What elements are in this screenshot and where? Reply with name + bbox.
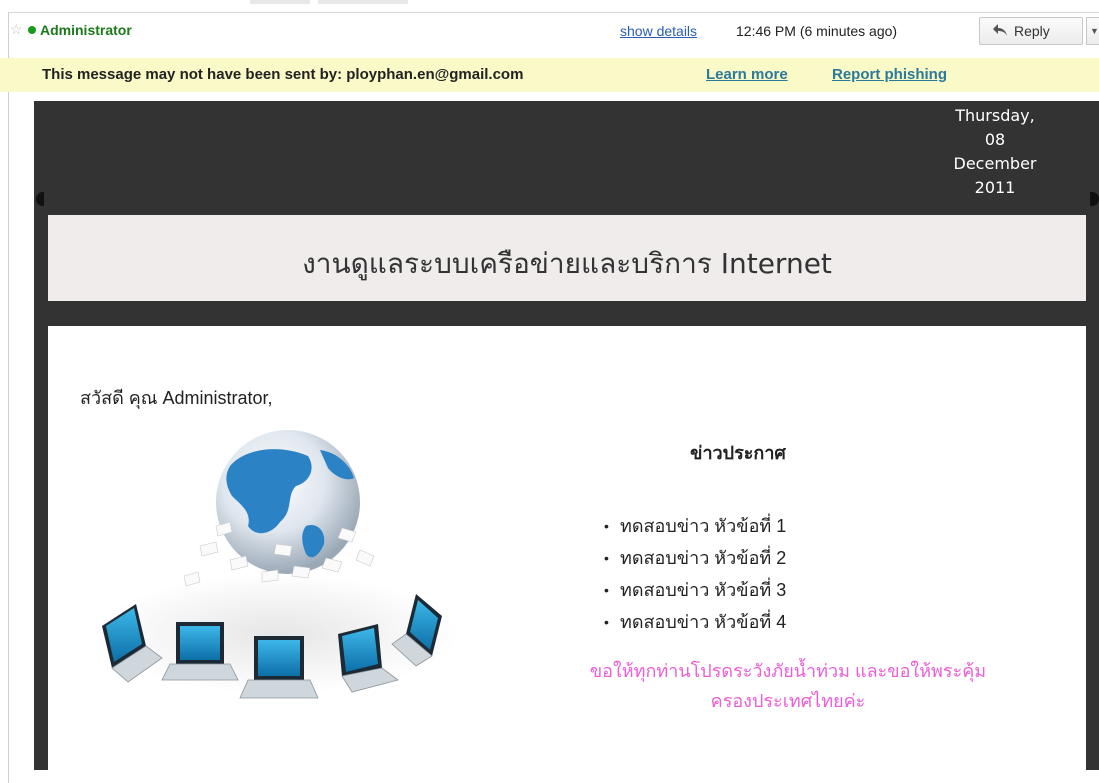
flood-notice: ขอให้ทุกท่านโปรดระวังภัยน้ำท่วม และขอให้… bbox=[528, 656, 1048, 716]
reply-arrow-icon bbox=[992, 23, 1008, 41]
message-header: ☆ Administrator show details 12:46 PM (6… bbox=[0, 0, 1099, 45]
network-globe-illustration bbox=[80, 426, 476, 724]
email-title: งานดูแลระบบเครือข่ายและบริการ Internet bbox=[302, 247, 832, 280]
news-item: ทดสอบข่าว หัวข้อที่ 2 bbox=[604, 542, 786, 574]
report-phishing-link[interactable]: Report phishing bbox=[832, 66, 947, 83]
reply-arrow-svg bbox=[993, 24, 1007, 36]
phishing-warning-bar: This message may not have been sent by: … bbox=[0, 58, 1099, 92]
notice-line: ขอให้ทุกท่านโปรดระวังภัยน้ำท่วม และขอให้… bbox=[589, 661, 987, 681]
learn-more-link[interactable]: Learn more bbox=[706, 66, 788, 83]
online-status-icon bbox=[28, 26, 36, 34]
message-timestamp: 12:46 PM (6 minutes ago) bbox=[736, 23, 898, 39]
notice-line: ครองประเทศไทยค่ะ bbox=[710, 691, 866, 711]
reply-label: Reply bbox=[1014, 23, 1050, 39]
email-content-panel: สวัสดี คุณ Administrator, ข่าวประกาศ • ท… bbox=[48, 326, 1086, 770]
show-details-link[interactable]: show details bbox=[620, 23, 697, 39]
news-item: ทดสอบข่าว หัวข้อที่ 1 bbox=[604, 510, 786, 542]
greeting-text: สวัสดี คุณ Administrator, bbox=[80, 388, 273, 408]
left-tab-notch bbox=[36, 192, 44, 206]
email-title-band: งานดูแลระบบเครือข่ายและบริการ Internet bbox=[48, 215, 1086, 301]
reply-dropdown-button[interactable]: ▼ bbox=[1086, 17, 1099, 45]
news-item: ทดสอบข่าว หัวข้อที่ 4 bbox=[604, 606, 786, 638]
date-month: December bbox=[953, 154, 1037, 173]
announcement-title: ข่าวประกาศ bbox=[690, 443, 786, 463]
news-item: ทดสอบข่าว หัวข้อที่ 3 bbox=[604, 574, 786, 606]
email-date: Thursday, 08 December 2011 bbox=[925, 104, 1065, 200]
network-globe-svg bbox=[98, 430, 458, 699]
sender-name[interactable]: Administrator bbox=[40, 22, 132, 38]
warning-text: This message may not have been sent by: … bbox=[42, 66, 524, 83]
chevron-down-icon: ▼ bbox=[1090, 26, 1099, 36]
reply-button[interactable]: Reply bbox=[979, 17, 1083, 45]
star-icon[interactable]: ☆ bbox=[10, 22, 24, 36]
news-list: ทดสอบข่าว หัวข้อที่ 1 ทดสอบข่าว หัวข้อที… bbox=[604, 510, 786, 638]
date-weekday: Thursday, bbox=[955, 106, 1035, 125]
date-day: 08 bbox=[984, 130, 1006, 149]
date-year: 2011 bbox=[974, 178, 1016, 197]
